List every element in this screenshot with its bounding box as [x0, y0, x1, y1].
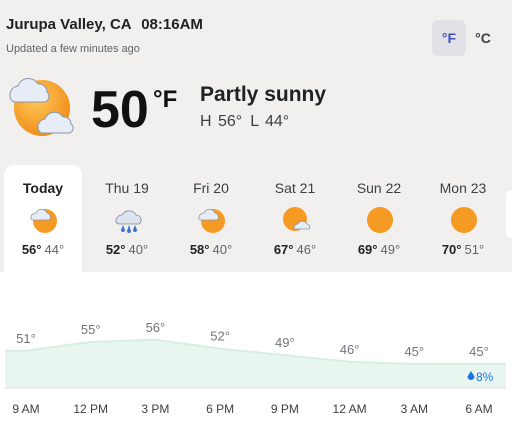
- day-name: Mon 23: [439, 180, 487, 196]
- today-high: H 56°: [200, 113, 243, 130]
- time-label: 9 PM: [271, 402, 299, 416]
- day-name: Sat 21: [274, 180, 316, 196]
- rain-cloud-icon: [115, 210, 142, 233]
- day-name: Sun 22: [356, 180, 402, 196]
- location-name: Jurupa Valley, CA: [6, 16, 132, 33]
- temperature-label: 56°: [146, 320, 166, 335]
- temperature-label: 52°: [210, 329, 230, 344]
- temperature-label: 45°: [469, 344, 489, 359]
- today-low: L 44°: [250, 113, 290, 130]
- precipitation-label: 8%: [476, 370, 494, 384]
- temperature-label: 55°: [81, 322, 101, 337]
- forecast-day[interactable]: Fri 20 58° 40°: [172, 165, 250, 272]
- local-time: 08:16AM: [141, 16, 203, 33]
- day-high: 56°: [21, 242, 42, 257]
- day-name: Thu 19: [105, 180, 149, 196]
- sunny-icon: [367, 207, 393, 233]
- day-name: Fri 20: [193, 180, 229, 196]
- time-label: 3 AM: [401, 402, 428, 416]
- time-label: 12 PM: [73, 402, 108, 416]
- current-condition: Partly sunny: [200, 83, 327, 106]
- day-low: 51°: [464, 242, 485, 257]
- partly-sunny-icon: [198, 209, 225, 233]
- forecast-day[interactable]: Today 56° 44°: [4, 165, 82, 272]
- day-high: 70°: [441, 242, 462, 257]
- current-temperature: 50: [91, 81, 149, 139]
- time-label: 6 PM: [206, 402, 234, 416]
- temperature-label: 49°: [275, 335, 295, 350]
- high-low: H 56° L 44°: [200, 113, 289, 131]
- partly-sunny-icon: [9, 78, 74, 136]
- time-label: 9 AM: [12, 402, 39, 416]
- day-low: 40°: [212, 242, 233, 257]
- day-low: 44°: [44, 242, 65, 257]
- forecast-day[interactable]: Sun 22 69° 49°: [340, 165, 418, 272]
- day-high: 52°: [105, 242, 126, 257]
- day-high: 69°: [357, 242, 378, 257]
- day-low: 40°: [128, 242, 149, 257]
- celsius-button[interactable]: °C: [466, 20, 500, 56]
- day-high: 58°: [189, 242, 210, 257]
- temperature-label: 45°: [404, 344, 424, 359]
- hourly-temperature-chart: 51° 9 AM 55° 12 PM 56° 3 PM 52° 6 PM 49° 9 PM 46° 1…: [5, 320, 506, 416]
- sunny-icon: [451, 207, 477, 233]
- forecast-day[interactable]: Thu 19 52° 40°: [88, 165, 166, 272]
- day-low: 49°: [380, 242, 401, 257]
- day-name: Today: [22, 180, 64, 196]
- next-days-button[interactable]: [506, 190, 512, 238]
- forecast-day[interactable]: Sat 21 67° 46°: [256, 165, 334, 272]
- time-label: 3 PM: [141, 402, 169, 416]
- temperature-label: 46°: [340, 342, 360, 357]
- time-label: 6 AM: [465, 402, 492, 416]
- fahrenheit-button[interactable]: °F: [432, 20, 466, 56]
- updated-text: Updated a few minutes ago: [6, 43, 140, 55]
- daily-forecast: Today 56° 44° Thu 19 52° 40° Fri 20 58° 40°…: [0, 165, 512, 272]
- unit-toggle: °F °C: [432, 20, 502, 56]
- mostly-sunny-icon: [283, 207, 311, 231]
- time-label: 12 AM: [333, 402, 367, 416]
- location-header: Jurupa Valley, CA 08:16AM: [6, 16, 203, 33]
- day-low: 46°: [296, 242, 317, 257]
- day-high: 67°: [273, 242, 294, 257]
- temperature-label: 51°: [16, 331, 36, 346]
- current-temperature-unit: °F: [153, 86, 178, 113]
- forecast-day[interactable]: Mon 23 70° 51°: [424, 165, 502, 272]
- partly-sunny-icon: [30, 209, 57, 233]
